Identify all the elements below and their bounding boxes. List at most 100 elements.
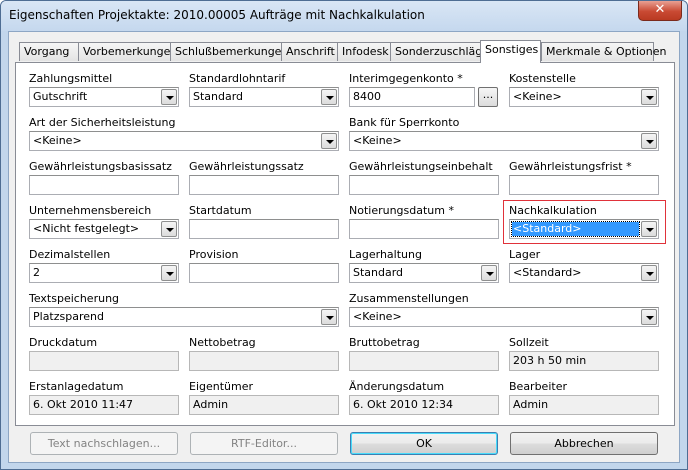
zahlungsmittel-select[interactable]: Gutschrift (29, 87, 179, 107)
sicherheitsleistung-select[interactable]: <Keine> (29, 131, 339, 151)
interimgegenkonto-value: 8400 (353, 90, 381, 103)
tab-schlussbemerkungen[interactable]: Schlußbemerkungen (170, 42, 288, 61)
chevron-down-icon[interactable] (161, 89, 177, 105)
kostenstelle-value: <Keine> (513, 90, 562, 103)
tab-label: Vorgang (24, 45, 70, 58)
tab-label: Sonstiges (485, 43, 539, 56)
unternehmensbereich-select[interactable]: <Nicht festgelegt> (29, 219, 179, 239)
bearbeiter-label: Bearbeiter (509, 380, 567, 393)
tab-anschrift[interactable]: Anschrift (281, 42, 338, 61)
tab-merkmale-optionen[interactable]: Merkmale & Optionen (541, 42, 666, 61)
close-icon: ✕ (654, 2, 666, 17)
bearbeiter-value: Admin (513, 398, 549, 411)
bearbeiter-field: Admin (509, 395, 659, 415)
tab-vorgang[interactable]: Vorgang (19, 42, 79, 61)
gewaehr-satz-label: Gewährleistungssatz (189, 160, 304, 173)
chevron-down-icon[interactable] (641, 309, 657, 325)
sperrkonto-label: Bank für Sperrkonto (349, 116, 460, 129)
dezimalstellen-select[interactable]: 2 (29, 263, 179, 283)
chevron-down-icon[interactable] (641, 221, 657, 237)
eigentuemer-value: Admin (193, 398, 229, 411)
gewaehr-satz-input[interactable] (189, 175, 339, 195)
notierungsdatum-label: Notierungsdatum * (349, 204, 454, 217)
sperrkonto-value: <Keine> (353, 134, 402, 147)
lagerhaltung-select[interactable]: Standard (349, 263, 499, 283)
druckdatum-label: Druckdatum (29, 336, 98, 349)
nachkalkulation-value: <Standard> (511, 221, 640, 237)
sollzeit-value: 203 h 50 min (513, 354, 587, 367)
chevron-down-icon[interactable] (321, 89, 337, 105)
chevron-down-icon[interactable] (321, 309, 337, 325)
text-nachschlagen-button[interactable]: Text nachschlagen... (30, 432, 178, 455)
chevron-down-icon[interactable] (641, 89, 657, 105)
dezimalstellen-label: Dezimalstellen (29, 248, 111, 261)
chevron-down-icon[interactable] (321, 133, 337, 149)
title-bar[interactable]: Eigenschaften Projektakte: 2010.00005 Au… (1, 1, 687, 31)
gewaehr-basissatz-input[interactable] (29, 175, 179, 195)
notierungsdatum-input[interactable] (349, 219, 499, 239)
interimgegenkonto-browse-button[interactable]: ... (478, 87, 498, 107)
tab-sonstiges[interactable]: Sonstiges (480, 40, 541, 63)
dezimalstellen-value: 2 (33, 266, 40, 279)
druckdatum-field (29, 351, 179, 371)
textspeicherung-select[interactable]: Platzsparend (29, 307, 339, 327)
tab-label: Sonderzuschläge (395, 45, 489, 58)
lager-select[interactable]: <Standard> (509, 263, 659, 283)
erstanlagedatum-field: 6. Okt 2010 11:47 (29, 395, 179, 415)
tab-label: Vorbemerkungen (83, 45, 178, 58)
nettobetrag-label: Nettobetrag (189, 336, 256, 349)
zahlungsmittel-value: Gutschrift (33, 90, 88, 103)
zusammenstellungen-label: Zusammenstellungen (349, 292, 469, 305)
interimgegenkonto-label: Interimgegenkonto * (349, 72, 463, 85)
tab-vorbemerkungen[interactable]: Vorbemerkungen (78, 42, 177, 61)
startdatum-input[interactable] (189, 219, 339, 239)
window-title: Eigenschaften Projektakte: 2010.00005 Au… (9, 8, 425, 22)
gewaehr-basissatz-label: Gewährleistungsbasissatz (29, 160, 172, 173)
tab-strip: Vorgang Vorbemerkungen Schlußbemerkungen… (15, 40, 675, 63)
gewaehr-frist-input[interactable] (509, 175, 659, 195)
textspeicherung-value: Platzsparend (33, 310, 104, 323)
gewaehr-einbehalt-input[interactable] (349, 175, 499, 195)
tab-label: Anschrift (286, 45, 335, 58)
standardlohntarif-select[interactable]: Standard (189, 87, 339, 107)
dialog-body: Vorgang Vorbemerkungen Schlußbemerkungen… (8, 31, 680, 463)
aenderungsdatum-field: 6. Okt 2010 12:34 (349, 395, 499, 415)
close-button[interactable]: ✕ (638, 1, 682, 21)
textspeicherung-label: Textspeicherung (29, 292, 120, 305)
sicherheitsleistung-label: Art der Sicherheitsleistung (29, 116, 176, 129)
aenderungsdatum-value: 6. Okt 2010 12:34 (353, 398, 454, 411)
provision-input[interactable] (189, 263, 339, 283)
tab-sonderzuschlaege[interactable]: Sonderzuschläge (390, 42, 489, 61)
chevron-down-icon[interactable] (641, 265, 657, 281)
interimgegenkonto-input[interactable]: 8400 (349, 87, 475, 107)
zahlungsmittel-label: Zahlungsmittel (29, 72, 113, 85)
properties-dialog: Eigenschaften Projektakte: 2010.00005 Au… (0, 0, 688, 470)
tab-infodesk[interactable]: Infodesk (337, 42, 391, 61)
provision-label: Provision (189, 248, 239, 261)
chevron-down-icon[interactable] (481, 265, 497, 281)
nachkalkulation-select[interactable]: <Standard> (509, 219, 659, 239)
chevron-down-icon[interactable] (161, 221, 177, 237)
bruttobetrag-field (349, 351, 499, 371)
aenderungsdatum-label: Änderungsdatum (349, 380, 445, 393)
unternehmensbereich-label: Unternehmensbereich (29, 204, 152, 217)
chevron-down-icon[interactable] (161, 265, 177, 281)
abbrechen-button[interactable]: Abbrechen (510, 432, 658, 455)
sperrkonto-select[interactable]: <Keine> (349, 131, 659, 151)
rtf-editor-button[interactable]: RTF-Editor... (190, 432, 338, 455)
tab-label: Schlußbemerkungen (175, 45, 289, 58)
sicherheitsleistung-value: <Keine> (33, 134, 82, 147)
zusammenstellungen-value: <Keine> (353, 310, 402, 323)
standardlohntarif-value: Standard (193, 90, 244, 103)
zusammenstellungen-select[interactable]: <Keine> (349, 307, 659, 327)
kostenstelle-select[interactable]: <Keine> (509, 87, 659, 107)
sollzeit-field: 203 h 50 min (509, 351, 659, 371)
nachkalkulation-label: Nachkalkulation (509, 204, 597, 217)
eigentuemer-label: Eigentümer (189, 380, 254, 393)
bruttobetrag-label: Bruttobetrag (349, 336, 420, 349)
gewaehr-einbehalt-label: Gewährleistungseinbehalt (349, 160, 493, 173)
lagerhaltung-value: Standard (353, 266, 404, 279)
chevron-down-icon[interactable] (641, 133, 657, 149)
sollzeit-label: Sollzeit (509, 336, 549, 349)
ok-button[interactable]: OK (350, 432, 498, 455)
